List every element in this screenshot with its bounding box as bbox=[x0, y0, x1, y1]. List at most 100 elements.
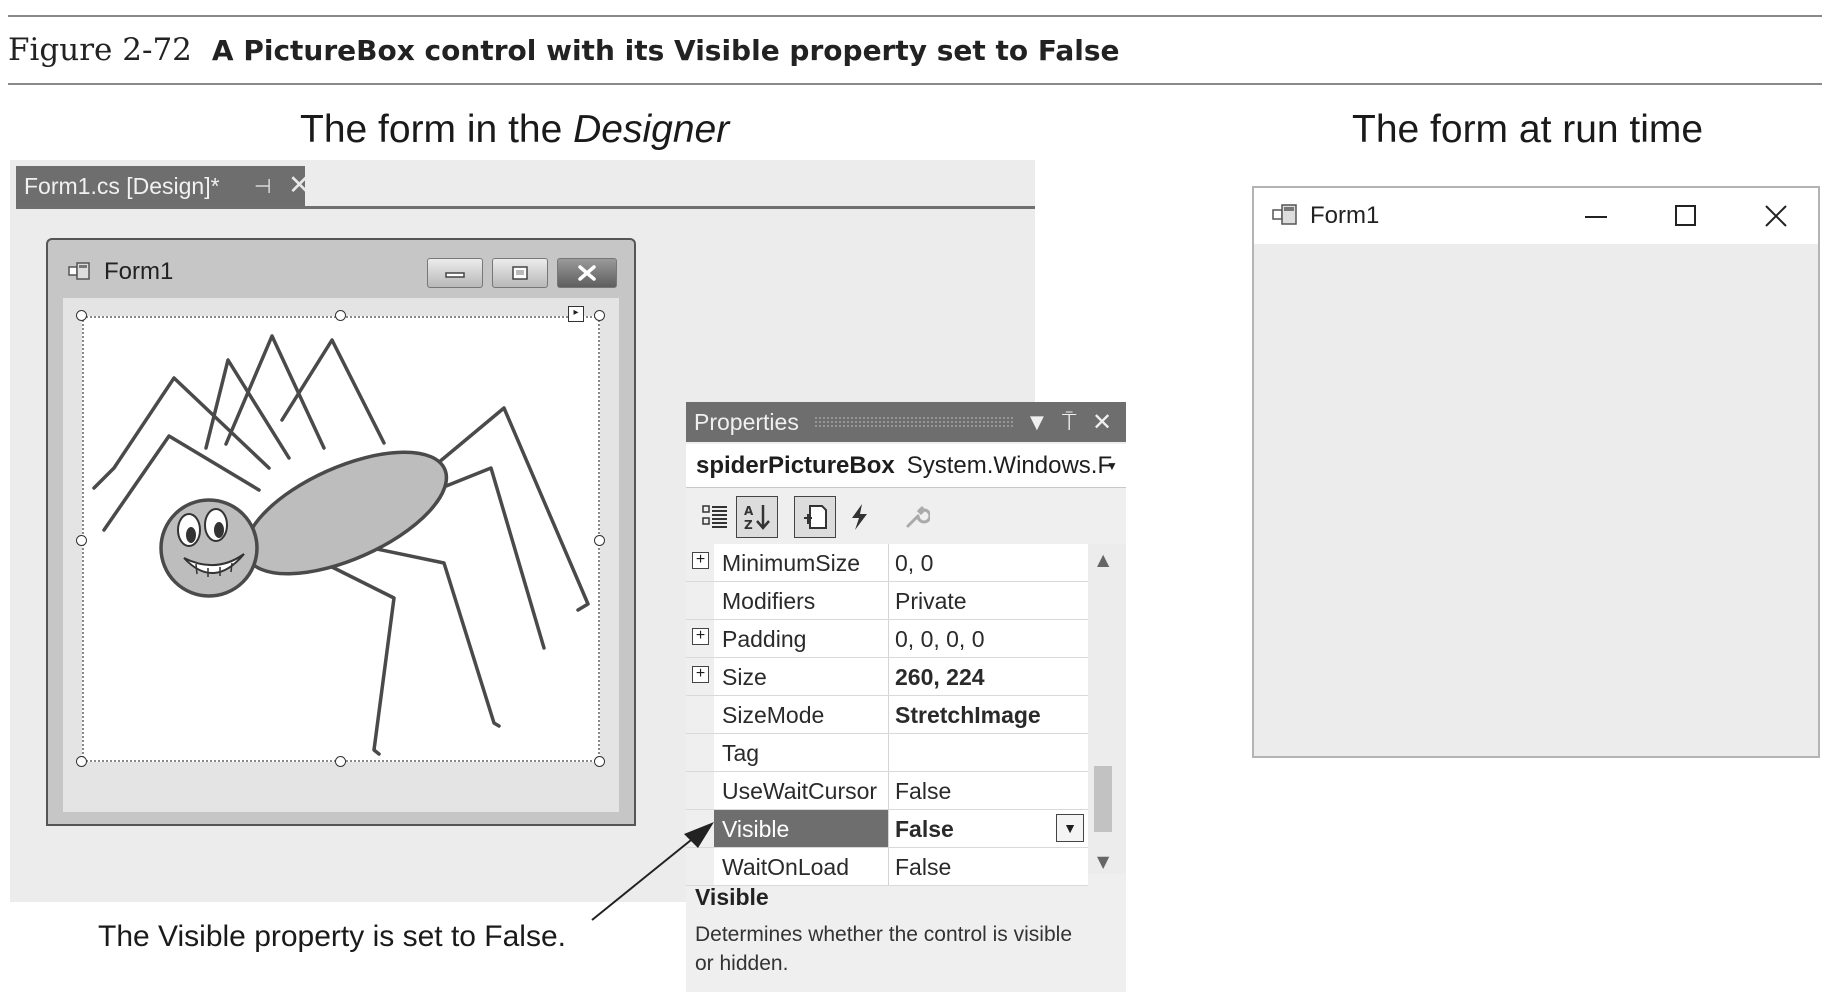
value-dropdown-button[interactable]: ▼ bbox=[1056, 814, 1084, 842]
close-button[interactable] bbox=[1756, 198, 1796, 234]
categorized-glyph bbox=[702, 505, 727, 528]
property-row-visible[interactable]: Visible False ▼ bbox=[686, 810, 1088, 848]
row-gutter bbox=[686, 772, 714, 809]
expand-icon[interactable]: + bbox=[692, 552, 709, 569]
scroll-down-icon[interactable]: ▼ bbox=[1097, 852, 1109, 871]
resize-handle-top[interactable] bbox=[335, 310, 346, 321]
property-name: WaitOnLoad bbox=[722, 854, 849, 880]
property-row-waitonload[interactable]: WaitOnLoad False bbox=[686, 848, 1088, 886]
column-divider bbox=[888, 620, 889, 657]
property-value[interactable]: False bbox=[895, 854, 951, 881]
pin-icon[interactable]: ⊣ bbox=[254, 174, 271, 199]
property-row-tag[interactable]: Tag bbox=[686, 734, 1088, 772]
property-name: MinimumSize bbox=[722, 550, 861, 576]
property-row-minimumsize[interactable]: + MinimumSize 0, 0 bbox=[686, 544, 1088, 582]
column-divider bbox=[888, 582, 889, 619]
top-rule bbox=[8, 15, 1822, 17]
property-name: Visible bbox=[722, 816, 790, 842]
pin-icon[interactable]: ⍑ bbox=[1062, 408, 1076, 436]
properties-glyph bbox=[804, 505, 827, 529]
column-divider bbox=[888, 734, 889, 771]
resize-handle-bottom[interactable] bbox=[335, 756, 346, 767]
property-row-modifiers[interactable]: Modifiers Private bbox=[686, 582, 1088, 620]
object-name: spiderPictureBox bbox=[696, 452, 895, 479]
svg-text:A: A bbox=[744, 504, 754, 518]
properties-icon[interactable] bbox=[794, 496, 836, 538]
designer-tab-label: Form1.cs [Design]* bbox=[24, 172, 220, 199]
designer-heading: The form in the Designer bbox=[300, 108, 729, 152]
column-divider bbox=[888, 658, 889, 695]
figure-number: Figure 2-72 bbox=[8, 32, 192, 68]
alphabetical-icon[interactable]: AZ bbox=[736, 496, 778, 538]
resize-handle-top-right[interactable] bbox=[594, 310, 605, 321]
property-row-usewaitcursor[interactable]: UseWaitCursor False bbox=[686, 772, 1088, 810]
resize-handle-bottom-left[interactable] bbox=[76, 756, 87, 767]
property-value[interactable]: 0, 0, 0, 0 bbox=[895, 626, 985, 653]
dropdown-arrow-icon[interactable]: ▼ bbox=[1030, 412, 1044, 433]
property-pages-icon[interactable] bbox=[896, 496, 938, 538]
object-selector[interactable]: spiderPictureBox System.Windows.F ▼ bbox=[686, 444, 1126, 488]
column-divider bbox=[888, 544, 889, 581]
designer-tab[interactable]: Form1.cs [Design]* ⊣ ✕ bbox=[16, 166, 311, 206]
close-button[interactable] bbox=[557, 258, 617, 288]
spider-image bbox=[92, 334, 590, 756]
categorized-icon[interactable] bbox=[694, 496, 736, 538]
properties-title: Properties bbox=[694, 409, 799, 435]
property-name: UseWaitCursor bbox=[722, 778, 878, 804]
property-row-size[interactable]: + Size 260, 224 bbox=[686, 658, 1088, 696]
property-value[interactable]: False bbox=[895, 816, 954, 843]
svg-text:Z: Z bbox=[744, 518, 753, 532]
property-value[interactable]: 0, 0 bbox=[895, 550, 933, 577]
resize-handle-bottom-right[interactable] bbox=[594, 756, 605, 767]
scroll-thumb[interactable] bbox=[1094, 766, 1112, 832]
close-icon bbox=[1765, 205, 1787, 227]
property-value[interactable]: False bbox=[895, 778, 951, 805]
close-icon[interactable]: ✕ bbox=[1092, 408, 1112, 436]
callout-arrow bbox=[591, 822, 714, 921]
row-gutter bbox=[686, 582, 714, 619]
column-divider bbox=[888, 696, 889, 733]
property-name: SizeMode bbox=[722, 702, 825, 728]
designer-heading-emphasis: Designer bbox=[573, 108, 730, 151]
description-text: Determines whether the control is visibl… bbox=[695, 923, 1072, 975]
property-value[interactable]: Private bbox=[895, 588, 967, 615]
minimize-icon bbox=[445, 272, 465, 278]
figure-caption: Figure 2-72 A PictureBox control with its… bbox=[8, 32, 1120, 68]
property-name: Modifiers bbox=[722, 588, 816, 614]
maximize-button[interactable] bbox=[1666, 198, 1706, 234]
property-grid: + MinimumSize 0, 0 Modifiers Private + P… bbox=[686, 544, 1088, 886]
wrench-glyph bbox=[906, 506, 930, 528]
spider-picturebox[interactable] bbox=[82, 316, 600, 762]
maximize-button[interactable] bbox=[492, 258, 548, 288]
caption-rule bbox=[8, 83, 1822, 85]
design-form-title: Form1 bbox=[104, 258, 174, 285]
property-row-padding[interactable]: + Padding 0, 0, 0, 0 bbox=[686, 620, 1088, 658]
object-type: System.Windows.F bbox=[906, 452, 1113, 479]
resize-handle-left[interactable] bbox=[76, 535, 87, 546]
row-gutter bbox=[686, 734, 714, 771]
minimize-button[interactable] bbox=[1576, 198, 1616, 234]
runtime-form-window[interactable] bbox=[1252, 186, 1820, 758]
form-app-icon bbox=[68, 262, 90, 280]
titlebar-grip bbox=[814, 416, 1014, 428]
smart-tag-icon[interactable]: ▸ bbox=[568, 306, 584, 322]
row-gutter bbox=[686, 696, 714, 733]
close-icon bbox=[578, 265, 596, 281]
close-icon[interactable]: ✕ bbox=[288, 170, 311, 201]
property-value[interactable]: 260, 224 bbox=[895, 664, 985, 691]
column-divider bbox=[888, 810, 889, 847]
expand-icon[interactable]: + bbox=[692, 666, 709, 683]
property-row-sizemode[interactable]: SizeMode StretchImage bbox=[686, 696, 1088, 734]
resize-handle-right[interactable] bbox=[594, 535, 605, 546]
minimize-icon bbox=[1585, 216, 1607, 218]
maximize-icon bbox=[512, 266, 528, 280]
maximize-icon bbox=[1675, 205, 1696, 226]
property-value[interactable]: StretchImage bbox=[895, 702, 1041, 729]
minimize-button[interactable] bbox=[427, 258, 483, 288]
scroll-up-icon[interactable]: ▲ bbox=[1097, 550, 1109, 569]
property-name: Size bbox=[722, 664, 767, 690]
resize-handle-top-left[interactable] bbox=[76, 310, 87, 321]
events-icon[interactable] bbox=[838, 496, 880, 538]
expand-icon[interactable]: + bbox=[692, 628, 709, 645]
property-name: Tag bbox=[722, 740, 760, 766]
